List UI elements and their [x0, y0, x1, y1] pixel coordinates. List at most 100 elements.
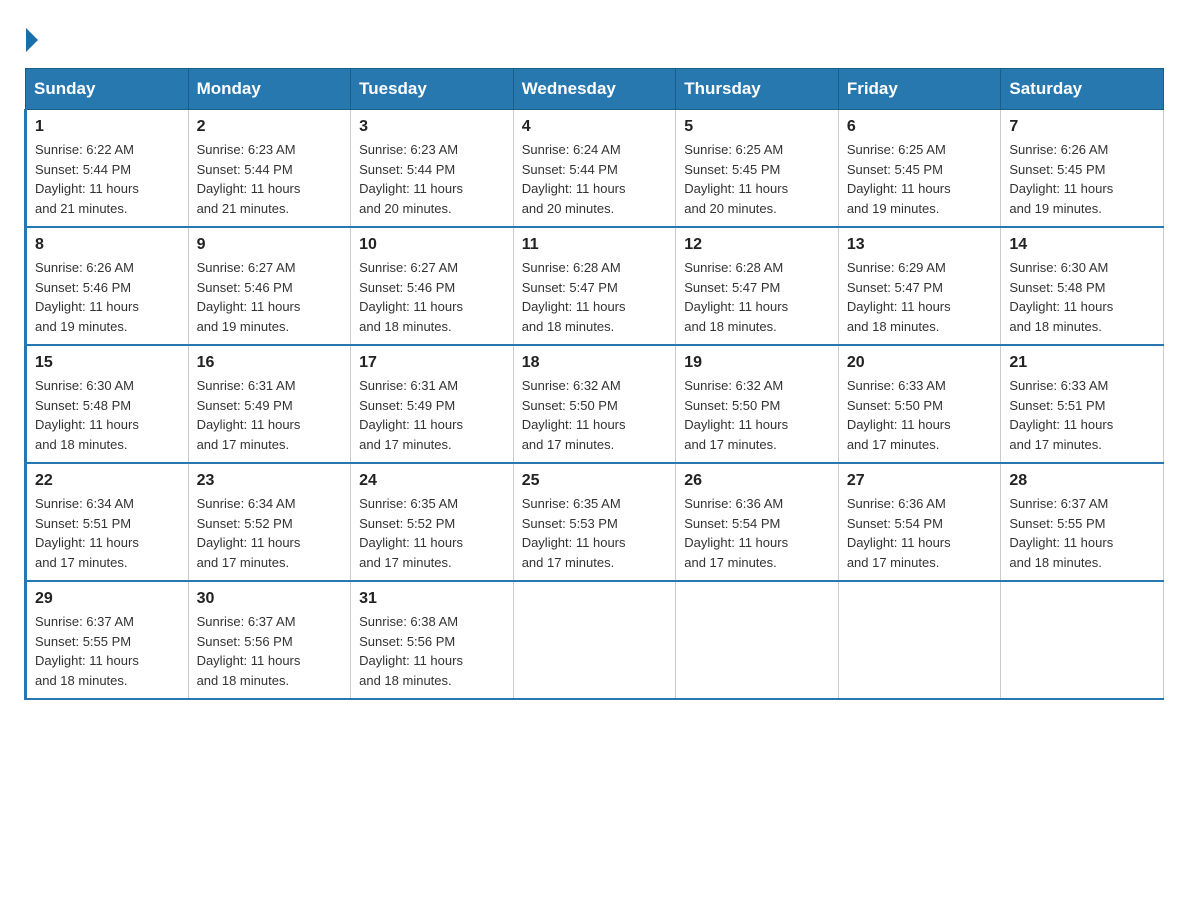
day-number: 16: [197, 354, 343, 372]
calendar-table: SundayMondayTuesdayWednesdayThursdayFrid…: [24, 68, 1164, 700]
day-number: 6: [847, 118, 993, 136]
day-cell: 16 Sunrise: 6:31 AMSunset: 5:49 PMDayligh…: [188, 345, 351, 463]
day-info: Sunrise: 6:29 AMSunset: 5:47 PMDaylight:…: [847, 258, 993, 336]
day-info: Sunrise: 6:37 AMSunset: 5:55 PMDaylight:…: [1009, 494, 1155, 572]
day-number: 4: [522, 118, 668, 136]
week-row-2: 8 Sunrise: 6:26 AMSunset: 5:46 PMDaylight…: [26, 227, 1164, 345]
day-info: Sunrise: 6:23 AMSunset: 5:44 PMDaylight:…: [197, 140, 343, 218]
day-cell: 1 Sunrise: 6:22 AMSunset: 5:44 PMDaylight…: [26, 110, 189, 228]
col-header-saturday: Saturday: [1001, 69, 1164, 110]
day-cell: 25 Sunrise: 6:35 AMSunset: 5:53 PMDayligh…: [513, 463, 676, 581]
day-info: Sunrise: 6:24 AMSunset: 5:44 PMDaylight:…: [522, 140, 668, 218]
day-info: Sunrise: 6:31 AMSunset: 5:49 PMDaylight:…: [197, 376, 343, 454]
day-cell: 7 Sunrise: 6:26 AMSunset: 5:45 PMDaylight…: [1001, 110, 1164, 228]
day-cell: 28 Sunrise: 6:37 AMSunset: 5:55 PMDayligh…: [1001, 463, 1164, 581]
day-cell: [676, 581, 839, 699]
day-cell: 4 Sunrise: 6:24 AMSunset: 5:44 PMDaylight…: [513, 110, 676, 228]
col-header-sunday: Sunday: [26, 69, 189, 110]
day-info: Sunrise: 6:27 AMSunset: 5:46 PMDaylight:…: [197, 258, 343, 336]
week-row-3: 15 Sunrise: 6:30 AMSunset: 5:48 PMDayligh…: [26, 345, 1164, 463]
day-number: 23: [197, 472, 343, 490]
day-info: Sunrise: 6:37 AMSunset: 5:56 PMDaylight:…: [197, 612, 343, 690]
day-cell: [513, 581, 676, 699]
day-number: 21: [1009, 354, 1155, 372]
day-cell: 23 Sunrise: 6:34 AMSunset: 5:52 PMDayligh…: [188, 463, 351, 581]
day-info: Sunrise: 6:34 AMSunset: 5:51 PMDaylight:…: [35, 494, 180, 572]
day-number: 25: [522, 472, 668, 490]
week-row-5: 29 Sunrise: 6:37 AMSunset: 5:55 PMDayligh…: [26, 581, 1164, 699]
day-cell: 22 Sunrise: 6:34 AMSunset: 5:51 PMDayligh…: [26, 463, 189, 581]
col-header-tuesday: Tuesday: [351, 69, 514, 110]
day-number: 26: [684, 472, 830, 490]
day-info: Sunrise: 6:32 AMSunset: 5:50 PMDaylight:…: [522, 376, 668, 454]
day-number: 28: [1009, 472, 1155, 490]
day-info: Sunrise: 6:35 AMSunset: 5:53 PMDaylight:…: [522, 494, 668, 572]
day-number: 5: [684, 118, 830, 136]
day-info: Sunrise: 6:33 AMSunset: 5:51 PMDaylight:…: [1009, 376, 1155, 454]
day-cell: 11 Sunrise: 6:28 AMSunset: 5:47 PMDayligh…: [513, 227, 676, 345]
day-info: Sunrise: 6:26 AMSunset: 5:45 PMDaylight:…: [1009, 140, 1155, 218]
day-info: Sunrise: 6:22 AMSunset: 5:44 PMDaylight:…: [35, 140, 180, 218]
day-number: 13: [847, 236, 993, 254]
day-info: Sunrise: 6:35 AMSunset: 5:52 PMDaylight:…: [359, 494, 505, 572]
day-info: Sunrise: 6:28 AMSunset: 5:47 PMDaylight:…: [522, 258, 668, 336]
day-cell: 21 Sunrise: 6:33 AMSunset: 5:51 PMDayligh…: [1001, 345, 1164, 463]
day-cell: 18 Sunrise: 6:32 AMSunset: 5:50 PMDayligh…: [513, 345, 676, 463]
day-cell: 10 Sunrise: 6:27 AMSunset: 5:46 PMDayligh…: [351, 227, 514, 345]
day-info: Sunrise: 6:36 AMSunset: 5:54 PMDaylight:…: [847, 494, 993, 572]
day-info: Sunrise: 6:30 AMSunset: 5:48 PMDaylight:…: [35, 376, 180, 454]
day-info: Sunrise: 6:23 AMSunset: 5:44 PMDaylight:…: [359, 140, 505, 218]
day-number: 29: [35, 590, 180, 608]
day-info: Sunrise: 6:34 AMSunset: 5:52 PMDaylight:…: [197, 494, 343, 572]
day-number: 12: [684, 236, 830, 254]
logo: [24, 24, 38, 52]
day-number: 15: [35, 354, 180, 372]
day-number: 11: [522, 236, 668, 254]
col-header-monday: Monday: [188, 69, 351, 110]
day-cell: 24 Sunrise: 6:35 AMSunset: 5:52 PMDayligh…: [351, 463, 514, 581]
day-cell: 15 Sunrise: 6:30 AMSunset: 5:48 PMDayligh…: [26, 345, 189, 463]
day-info: Sunrise: 6:27 AMSunset: 5:46 PMDaylight:…: [359, 258, 505, 336]
calendar-header-row: SundayMondayTuesdayWednesdayThursdayFrid…: [26, 69, 1164, 110]
day-cell: [838, 581, 1001, 699]
day-cell: 2Sunrise: 6:23 AMSunset: 5:44 PMDaylight…: [188, 110, 351, 228]
logo-triangle-icon: [26, 28, 38, 52]
day-number: 1: [35, 118, 180, 136]
day-number: 9: [197, 236, 343, 254]
day-number: 7: [1009, 118, 1155, 136]
day-cell: 3Sunrise: 6:23 AMSunset: 5:44 PMDaylight…: [351, 110, 514, 228]
day-number: 17: [359, 354, 505, 372]
day-cell: 17 Sunrise: 6:31 AMSunset: 5:49 PMDayligh…: [351, 345, 514, 463]
page-header: [24, 24, 1164, 52]
day-cell: 5 Sunrise: 6:25 AMSunset: 5:45 PMDaylight…: [676, 110, 839, 228]
day-number: 19: [684, 354, 830, 372]
day-info: Sunrise: 6:36 AMSunset: 5:54 PMDaylight:…: [684, 494, 830, 572]
day-cell: 29 Sunrise: 6:37 AMSunset: 5:55 PMDayligh…: [26, 581, 189, 699]
day-info: Sunrise: 6:30 AMSunset: 5:48 PMDaylight:…: [1009, 258, 1155, 336]
day-number: 8: [35, 236, 180, 254]
day-info: Sunrise: 6:26 AMSunset: 5:46 PMDaylight:…: [35, 258, 180, 336]
day-number: 10: [359, 236, 505, 254]
week-row-1: 1 Sunrise: 6:22 AMSunset: 5:44 PMDaylight…: [26, 110, 1164, 228]
day-number: 18: [522, 354, 668, 372]
col-header-friday: Friday: [838, 69, 1001, 110]
day-cell: 9 Sunrise: 6:27 AMSunset: 5:46 PMDaylight…: [188, 227, 351, 345]
day-cell: 27 Sunrise: 6:36 AMSunset: 5:54 PMDayligh…: [838, 463, 1001, 581]
day-cell: 14Sunrise: 6:30 AMSunset: 5:48 PMDayligh…: [1001, 227, 1164, 345]
day-number: 22: [35, 472, 180, 490]
day-cell: 26 Sunrise: 6:36 AMSunset: 5:54 PMDayligh…: [676, 463, 839, 581]
day-cell: 30Sunrise: 6:37 AMSunset: 5:56 PMDayligh…: [188, 581, 351, 699]
day-info: Sunrise: 6:31 AMSunset: 5:49 PMDaylight:…: [359, 376, 505, 454]
col-header-wednesday: Wednesday: [513, 69, 676, 110]
day-info: Sunrise: 6:25 AMSunset: 5:45 PMDaylight:…: [684, 140, 830, 218]
day-cell: 20Sunrise: 6:33 AMSunset: 5:50 PMDayligh…: [838, 345, 1001, 463]
day-info: Sunrise: 6:38 AMSunset: 5:56 PMDaylight:…: [359, 612, 505, 690]
day-cell: 8 Sunrise: 6:26 AMSunset: 5:46 PMDaylight…: [26, 227, 189, 345]
day-number: 27: [847, 472, 993, 490]
day-info: Sunrise: 6:33 AMSunset: 5:50 PMDaylight:…: [847, 376, 993, 454]
day-cell: 31Sunrise: 6:38 AMSunset: 5:56 PMDayligh…: [351, 581, 514, 699]
day-info: Sunrise: 6:37 AMSunset: 5:55 PMDaylight:…: [35, 612, 180, 690]
week-row-4: 22 Sunrise: 6:34 AMSunset: 5:51 PMDayligh…: [26, 463, 1164, 581]
day-cell: 6Sunrise: 6:25 AMSunset: 5:45 PMDaylight…: [838, 110, 1001, 228]
day-number: 24: [359, 472, 505, 490]
